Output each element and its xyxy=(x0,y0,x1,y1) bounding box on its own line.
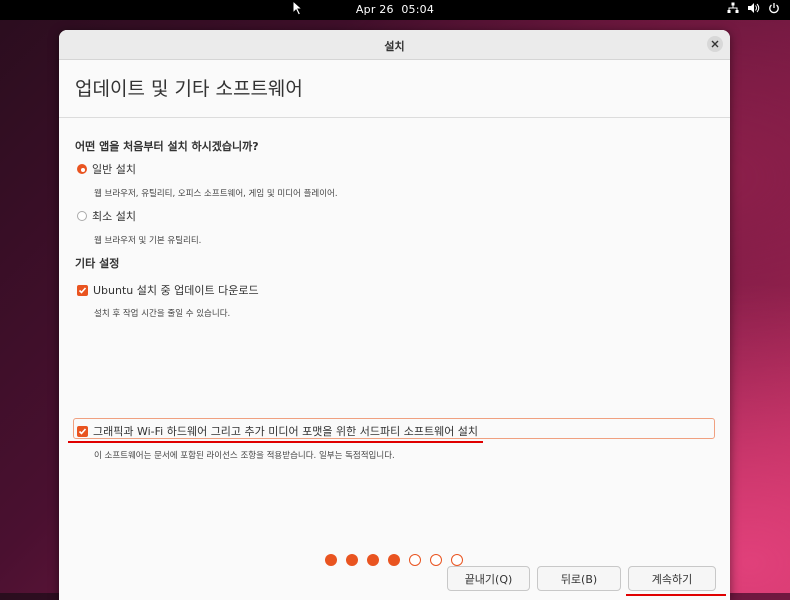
progress-dot-pending xyxy=(430,554,442,566)
checkbox-checked-icon xyxy=(77,425,88,437)
progress-dot-complete xyxy=(367,554,379,566)
mouse-pointer-icon xyxy=(292,0,304,20)
network-icon[interactable] xyxy=(727,2,739,14)
minimal-install-label: 최소 설치 xyxy=(92,210,136,223)
clock[interactable]: Apr 26 05:04 xyxy=(0,3,790,16)
progress-dot-complete xyxy=(346,554,358,566)
close-button[interactable] xyxy=(707,36,723,52)
page-header: 업데이트 및 기타 소프트웨어 xyxy=(59,60,730,118)
third-party-software-description: 이 소프트웨어는 문서에 포함된 라이선스 조항을 적용받습니다. 일부는 독점… xyxy=(94,451,395,461)
minimal-install-description: 웹 브라우저 및 기본 유틸리티. xyxy=(94,236,202,246)
time-text: 05:04 xyxy=(401,3,435,16)
annotation-underline-checkbox xyxy=(68,441,483,443)
checkbox-checked-icon xyxy=(77,284,88,296)
volume-icon[interactable] xyxy=(747,2,760,14)
continue-button[interactable]: 계속하기 xyxy=(628,566,716,591)
window-titlebar[interactable]: 설치 xyxy=(59,30,730,60)
other-settings-title: 기타 설정 xyxy=(75,257,120,270)
download-updates-description: 설치 후 작업 시간을 줄일 수 있습니다. xyxy=(94,309,231,319)
progress-dots xyxy=(325,554,463,566)
download-updates-label: Ubuntu 설치 중 업데이트 다운로드 xyxy=(93,284,259,297)
normal-install-radio[interactable]: 일반 설치 xyxy=(77,161,136,177)
download-updates-checkbox[interactable]: Ubuntu 설치 중 업데이트 다운로드 xyxy=(77,282,259,298)
third-party-software-checkbox[interactable]: 그래픽과 Wi-Fi 하드웨어 그리고 추가 미디어 포맷을 위한 서드파티 소… xyxy=(77,423,478,439)
radio-selected-icon xyxy=(77,164,87,174)
normal-install-description: 웹 브라우저, 유틸리티, 오피스 소프트웨어, 게임 및 미디어 플레이어. xyxy=(94,189,338,199)
progress-dot-complete xyxy=(388,554,400,566)
progress-dot-complete xyxy=(325,554,337,566)
top-bar: Apr 26 05:04 xyxy=(0,0,790,20)
page-title: 업데이트 및 기타 소프트웨어 xyxy=(75,78,303,100)
radio-unselected-icon xyxy=(77,211,87,221)
close-icon xyxy=(711,40,719,48)
power-icon[interactable] xyxy=(768,2,780,14)
progress-dot-pending xyxy=(409,554,421,566)
quit-button[interactable]: 끝내기(Q) xyxy=(447,566,530,591)
annotation-underline-continue xyxy=(626,594,726,596)
third-party-software-label: 그래픽과 Wi-Fi 하드웨어 그리고 추가 미디어 포맷을 위한 서드파티 소… xyxy=(93,425,479,438)
window-title: 설치 xyxy=(384,40,405,53)
progress-dot-pending xyxy=(451,554,463,566)
normal-install-label: 일반 설치 xyxy=(92,163,136,176)
system-tray[interactable] xyxy=(727,2,780,14)
back-button[interactable]: 뒤로(B) xyxy=(537,566,621,591)
installer-window: 설치 업데이트 및 기타 소프트웨어 어떤 앱을 처음부터 설치 하시겠습니까?… xyxy=(59,30,730,600)
install-type-question: 어떤 앱을 처음부터 설치 하시겠습니까? xyxy=(75,140,259,153)
minimal-install-radio[interactable]: 최소 설치 xyxy=(77,208,136,224)
date-text: Apr 26 xyxy=(355,3,394,16)
